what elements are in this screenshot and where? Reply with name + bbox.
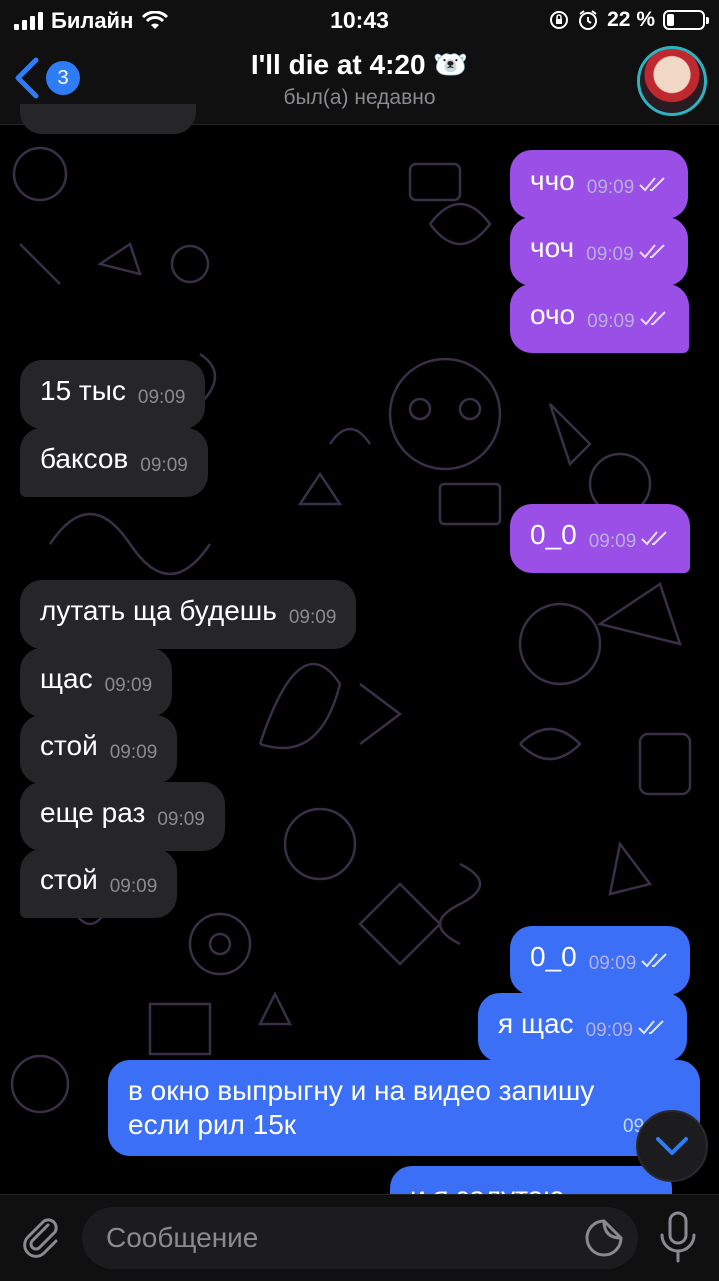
sticker-icon[interactable] [584, 1218, 624, 1258]
message-time: 09:09 [585, 1020, 634, 1041]
message-bubble-outgoing[interactable]: в окно выпрыгну и на видео запишу если р… [108, 1060, 700, 1156]
message-text: я щас [498, 1008, 574, 1039]
battery-icon [663, 10, 709, 30]
chevron-down-icon [656, 1137, 688, 1155]
message-bubble-outgoing[interactable]: 0_0 09:09 [510, 926, 691, 995]
message-time: 09:09 [157, 809, 205, 830]
message-text: очо [530, 299, 576, 330]
message-text: 0_0 [530, 519, 577, 550]
paperclip-icon[interactable] [18, 1213, 64, 1259]
message-time: 09:09 [588, 953, 637, 974]
message-text: стой [40, 864, 98, 895]
message-time: 09:09 [140, 455, 188, 476]
double-check-icon [639, 311, 666, 326]
status-right: 22 % [549, 8, 709, 32]
double-check-icon [639, 177, 666, 192]
message-text: ччо [530, 165, 575, 196]
message-time: 09:09 [288, 607, 337, 628]
message-text: лутать ща будешь [40, 595, 277, 626]
message-composer [0, 1194, 719, 1281]
message-time: 09:09 [588, 531, 637, 552]
message-bubble-incoming[interactable]: баксов 09:09 [20, 428, 208, 497]
message-bubble-outgoing[interactable]: ччо 09:09 [510, 150, 689, 219]
battery-percent: 22 % [607, 8, 655, 31]
message-text: 0_0 [530, 941, 577, 972]
message-bubble-incoming[interactable]: лутать ща будешь 09:09 [20, 580, 357, 649]
message-text-line2: если рил 15к [128, 1109, 297, 1140]
message-time: 09:09 [109, 876, 158, 897]
double-check-icon [641, 531, 667, 546]
alarm-icon [579, 10, 598, 30]
message-time: 09:09 [586, 177, 635, 198]
chat-title[interactable]: I'll die at 4:20 🐻‍❄️ [0, 48, 719, 81]
message-time: 09:09 [137, 387, 186, 408]
message-bubble-incoming[interactable]: стой 09:09 [20, 849, 178, 918]
message-bubble-incoming[interactable]: стой 09:09 [20, 715, 178, 784]
scroll-to-bottom-button[interactable] [636, 1110, 708, 1182]
message-bubble-incoming-partial [20, 104, 196, 134]
rotation-lock-icon [550, 11, 569, 29]
message-time: 09:09 [587, 311, 635, 332]
contact-avatar[interactable] [637, 46, 707, 116]
message-input[interactable] [82, 1207, 638, 1269]
message-bubble-outgoing[interactable]: чоч 09:09 [510, 217, 688, 286]
message-time: 09:09 [586, 244, 634, 265]
message-bubble-incoming[interactable]: щас 09:09 [20, 648, 173, 717]
message-text: еще раз [40, 797, 146, 828]
message-text: стой [40, 730, 98, 761]
message-text: щас [40, 663, 93, 694]
message-bubble-outgoing[interactable]: очо 09:09 [510, 284, 689, 353]
status-bar: Билайн 10:43 22 % [0, 0, 719, 40]
double-check-icon [638, 1020, 664, 1035]
message-text: 15 тыс [40, 375, 126, 406]
message-bubble-incoming[interactable]: 15 тыс 09:09 [20, 360, 206, 429]
message-time: 09:09 [104, 675, 153, 696]
double-check-icon [641, 953, 667, 968]
message-bubble-incoming[interactable]: еще раз 09:09 [20, 782, 225, 851]
message-text: баксов [40, 443, 129, 474]
microphone-icon[interactable] [656, 1211, 700, 1263]
message-time: 09:09 [109, 742, 158, 763]
message-bubble-outgoing[interactable]: 0_0 09:09 [510, 504, 691, 573]
message-text: в окно выпрыгну и на видео запишу [128, 1075, 595, 1106]
message-text: чоч [530, 232, 575, 263]
message-bubble-outgoing[interactable]: я щас 09:09 [478, 993, 688, 1062]
double-check-icon [638, 244, 665, 259]
